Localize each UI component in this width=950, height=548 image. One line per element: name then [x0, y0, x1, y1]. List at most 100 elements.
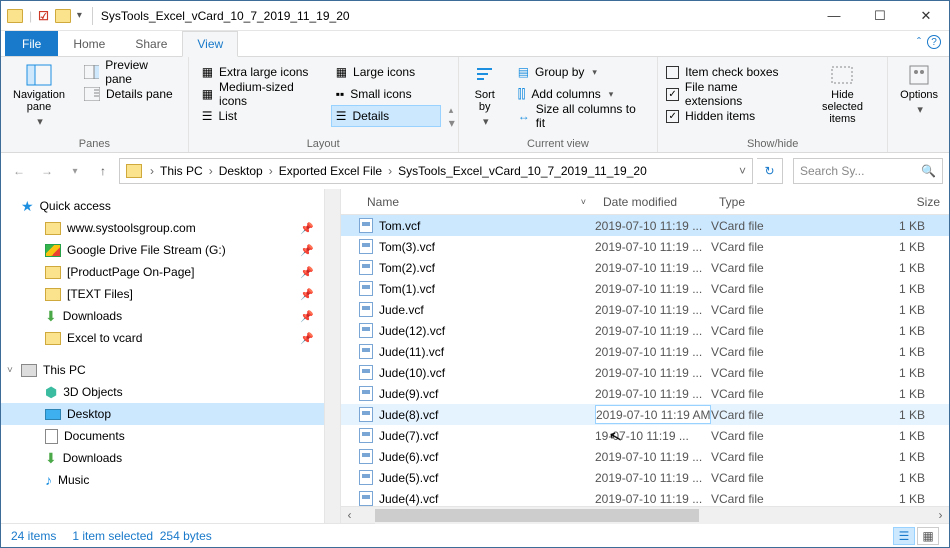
nav-pc-item[interactable]: ♪Music	[1, 469, 340, 491]
nav-this-pc[interactable]: ˅This PC	[1, 359, 340, 381]
nav-pinned-item[interactable]: Excel to vcard📌	[1, 327, 340, 349]
layout-details[interactable]: ☰Details	[331, 105, 441, 127]
back-button[interactable]: ←	[7, 159, 31, 183]
address-dropdown[interactable]: ˅	[735, 164, 750, 178]
nav-scrollbar[interactable]	[324, 189, 340, 523]
maximize-button[interactable]: ☐	[857, 1, 903, 31]
details-pane-button[interactable]: Details pane	[79, 83, 180, 105]
tab-view[interactable]: View	[182, 31, 238, 57]
file-extensions-toggle[interactable]: ✓File name extensions	[666, 83, 796, 105]
file-row[interactable]: Jude.vcf2019-07-10 11:19 ...VCard file1 …	[341, 299, 949, 320]
forward-button[interactable]: →	[35, 159, 59, 183]
col-date[interactable]: Date modified	[595, 189, 711, 214]
file-row[interactable]: Jude(9).vcf2019-07-10 11:19 ...VCard fil…	[341, 383, 949, 404]
close-button[interactable]: ✕	[903, 1, 949, 31]
column-headers: Name˅ Date modified Type Size	[341, 189, 949, 215]
tab-home[interactable]: Home	[58, 31, 120, 56]
view-thumbnails-button[interactable]: ▦	[917, 527, 939, 545]
sort-by-button[interactable]: Sort by ▾	[467, 61, 503, 130]
nav-pc-item[interactable]: Documents	[1, 425, 340, 447]
tab-share[interactable]: Share	[120, 31, 182, 56]
nav-pinned-item[interactable]: Google Drive File Stream (G:)📌	[1, 239, 340, 261]
app-folder-icon	[7, 9, 23, 23]
down-icon: ⬇	[45, 308, 57, 325]
layout-small[interactable]: ▪▪Small icons	[331, 83, 441, 105]
crumb-thispc[interactable]: This PC	[158, 164, 205, 178]
navigation-pane-button[interactable]: Navigation pane ▾	[9, 61, 69, 130]
nav-quick-access[interactable]: ★Quick access	[1, 195, 340, 217]
col-name[interactable]: Name˅	[359, 189, 595, 214]
group-label-layout: Layout	[197, 136, 450, 150]
nav-pinned-item[interactable]: ⬇Downloads📌	[1, 305, 340, 327]
folder-icon	[45, 332, 61, 345]
address-bar[interactable]: › This PC › Desktop › Exported Excel Fil…	[119, 158, 753, 184]
vcard-file-icon	[359, 407, 373, 422]
group-by-button[interactable]: ▤Group by▾	[513, 61, 649, 83]
chevron-right-icon[interactable]: ›	[146, 164, 158, 178]
recent-locations-button[interactable]: ▾	[63, 159, 87, 183]
scroll-right-icon[interactable]: ›	[932, 507, 949, 524]
file-row[interactable]: Jude(7).vcf19-07-10 11:19 ...VCard file1…	[341, 425, 949, 446]
navigation-pane[interactable]: ★Quick access www.systoolsgroup.com📌Goog…	[1, 189, 341, 523]
horizontal-scrollbar[interactable]: ‹ ›	[341, 506, 949, 523]
file-row[interactable]: Jude(6).vcf2019-07-10 11:19 ...VCard fil…	[341, 446, 949, 467]
file-type: VCard file	[711, 345, 829, 359]
pin-icon: 📌	[300, 288, 314, 301]
file-row[interactable]: Jude(10).vcf2019-07-10 11:19 ...VCard fi…	[341, 362, 949, 383]
file-row[interactable]: Tom.vcf2019-07-10 11:19 ...VCard file1 K…	[341, 215, 949, 236]
scroll-thumb[interactable]	[375, 509, 699, 522]
crumb-desktop[interactable]: Desktop	[217, 164, 265, 178]
file-row[interactable]: Jude(11).vcf2019-07-10 11:19 ...VCard fi…	[341, 341, 949, 362]
ribbon-help[interactable]: ˆ?	[917, 35, 941, 49]
file-size: 1 KB	[829, 429, 949, 443]
chevron-up-icon[interactable]: ˆ	[917, 35, 921, 49]
minimize-button[interactable]: —	[811, 1, 857, 31]
file-row[interactable]: Tom(3).vcf2019-07-10 11:19 ...VCard file…	[341, 236, 949, 257]
file-row[interactable]: Tom(2).vcf2019-07-10 11:19 ...VCard file…	[341, 257, 949, 278]
file-row[interactable]: Jude(8).vcf2019-07-10 11:19 AMVCard file…	[341, 404, 949, 425]
col-type[interactable]: Type	[711, 189, 829, 214]
hide-selected-button[interactable]: Hide selected items	[806, 61, 879, 127]
file-row[interactable]: Jude(5).vcf2019-07-10 11:19 ...VCard fil…	[341, 467, 949, 488]
nav-pinned-item[interactable]: [ProductPage On-Page]📌	[1, 261, 340, 283]
layout-medium[interactable]: ▦Medium-sized icons	[197, 83, 327, 105]
3d-icon: ⬢	[45, 384, 57, 401]
preview-pane-button[interactable]: Preview pane	[79, 61, 180, 83]
tab-file[interactable]: File	[5, 31, 58, 56]
caret-down-icon: ˅	[7, 365, 13, 376]
scroll-left-icon[interactable]: ‹	[341, 507, 358, 524]
down-icon: ⬇	[45, 450, 57, 467]
qat-newfolder-icon[interactable]	[55, 9, 71, 23]
list-icon: ☰	[202, 109, 213, 123]
qat-dropdown-icon[interactable]: ▾	[77, 10, 82, 21]
file-size: 1 KB	[829, 219, 949, 233]
nav-pinned-item[interactable]: www.systoolsgroup.com📌	[1, 217, 340, 239]
nav-pc-item[interactable]: ⬢3D Objects	[1, 381, 340, 403]
nav-pc-item[interactable]: Desktop	[1, 403, 340, 425]
file-row[interactable]: Tom(1).vcf2019-07-10 11:19 ...VCard file…	[341, 278, 949, 299]
nav-pc-item[interactable]: ⬇Downloads	[1, 447, 340, 469]
ribbon-group-panes: Navigation pane ▾ Preview pane Details p…	[1, 57, 189, 152]
group-label-showhide: Show/hide	[666, 136, 879, 150]
qat-properties-icon[interactable]: ☑	[38, 9, 49, 23]
crumb-exported[interactable]: Exported Excel File	[277, 164, 384, 178]
layout-large[interactable]: ▦Large icons	[331, 61, 441, 83]
view-details-button[interactable]: ☰	[893, 527, 915, 545]
col-size[interactable]: Size	[829, 189, 949, 214]
file-row[interactable]: Jude(12).vcf2019-07-10 11:19 ...VCard fi…	[341, 320, 949, 341]
chevron-right-icon[interactable]: ›	[384, 164, 396, 178]
options-button[interactable]: Options ▾	[896, 61, 942, 118]
layout-list[interactable]: ☰List	[197, 105, 327, 127]
file-name: Jude(10).vcf	[379, 366, 445, 380]
refresh-button[interactable]: ↻	[757, 158, 783, 184]
nav-pinned-item[interactable]: [TEXT Files]📌	[1, 283, 340, 305]
chevron-right-icon[interactable]: ›	[265, 164, 277, 178]
file-row[interactable]: Jude(4).vcf2019-07-10 11:19 ...VCard fil…	[341, 488, 949, 506]
size-columns-button[interactable]: ↔Size all columns to fit	[513, 105, 649, 127]
search-box[interactable]: Search Sy... 🔍	[793, 158, 943, 184]
help-icon[interactable]: ?	[927, 35, 941, 49]
crumb-current[interactable]: SysTools_Excel_vCard_10_7_2019_11_19_20	[396, 164, 649, 178]
hidden-items-toggle[interactable]: ✓Hidden items	[666, 105, 796, 127]
chevron-right-icon[interactable]: ›	[205, 164, 217, 178]
up-button[interactable]: ↑	[91, 159, 115, 183]
